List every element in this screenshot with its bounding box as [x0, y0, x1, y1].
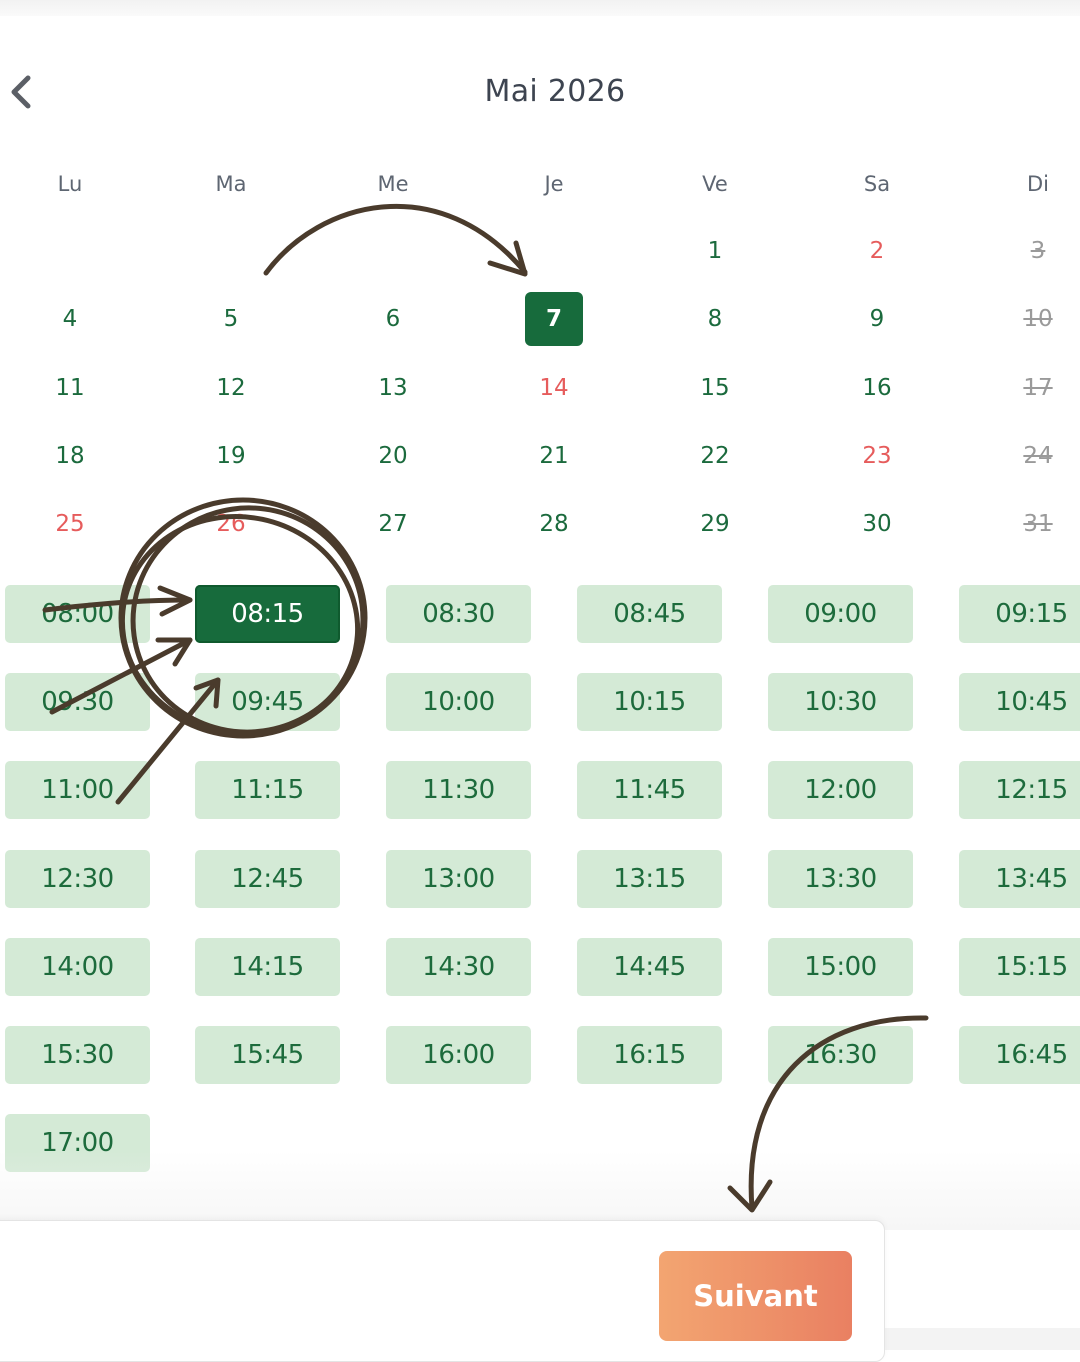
calendar-day[interactable]: 20: [364, 429, 422, 483]
calendar-day: 10: [1023, 306, 1053, 332]
time-slot[interactable]: 10:15: [577, 673, 722, 731]
time-slot[interactable]: 09:00: [768, 585, 913, 643]
time-slot[interactable]: 15:30: [5, 1026, 150, 1084]
calendar-day: 17: [1023, 375, 1053, 401]
annotation-arrowhead-1: [157, 585, 193, 617]
calendar-day-selected[interactable]: 7: [525, 292, 583, 346]
annotation-arrowhead-2: [155, 637, 193, 667]
time-slot[interactable]: 09:30: [5, 673, 150, 731]
calendar-day[interactable]: 16: [848, 361, 906, 415]
calendar-day[interactable]: 12: [202, 361, 260, 415]
time-slot[interactable]: 15:00: [768, 938, 913, 996]
annotation-curved-arrow-top: [263, 203, 528, 276]
calendar-day: 31: [1023, 511, 1053, 537]
time-slot[interactable]: 13:15: [577, 850, 722, 908]
time-slot[interactable]: 16:15: [577, 1026, 722, 1084]
calendar-day[interactable]: 6: [364, 292, 422, 346]
time-slot[interactable]: 14:00: [5, 938, 150, 996]
calendar-day[interactable]: 11: [41, 361, 99, 415]
weekday-label: Ve: [702, 172, 728, 196]
calendar-day[interactable]: 25: [41, 497, 99, 551]
calendar-day[interactable]: 18: [41, 429, 99, 483]
time-slot[interactable]: 15:15: [959, 938, 1080, 996]
time-slot[interactable]: 14:30: [386, 938, 531, 996]
time-slot[interactable]: 16:45: [959, 1026, 1080, 1084]
calendar-day[interactable]: 15: [686, 361, 744, 415]
calendar-day[interactable]: 13: [364, 361, 422, 415]
time-slot[interactable]: 08:45: [577, 585, 722, 643]
time-slot[interactable]: 08:30: [386, 585, 531, 643]
calendar-day[interactable]: 23: [848, 429, 906, 483]
calendar-day[interactable]: 29: [686, 497, 744, 551]
time-slot[interactable]: 12:15: [959, 761, 1080, 819]
weekday-label: Je: [544, 172, 564, 196]
time-slot[interactable]: 11:00: [5, 761, 150, 819]
time-slot[interactable]: 12:30: [5, 850, 150, 908]
time-slot[interactable]: 10:00: [386, 673, 531, 731]
time-slot[interactable]: 09:15: [959, 585, 1080, 643]
calendar-day[interactable]: 2: [848, 224, 906, 278]
weekday-label: Di: [1026, 172, 1049, 196]
calendar-day[interactable]: 19: [202, 429, 260, 483]
weekday-label: Sa: [863, 172, 891, 196]
calendar-day[interactable]: 30: [848, 497, 906, 551]
time-slot[interactable]: 10:30: [768, 673, 913, 731]
calendar-day[interactable]: 22: [686, 429, 744, 483]
top-shadow-band: [0, 0, 1080, 16]
next-button[interactable]: Suivant: [659, 1251, 852, 1341]
time-slot[interactable]: 13:00: [386, 850, 531, 908]
calendar-day[interactable]: 28: [525, 497, 583, 551]
calendar-day[interactable]: 9: [848, 292, 906, 346]
calendar-day[interactable]: 8: [686, 292, 744, 346]
calendar-day[interactable]: 27: [364, 497, 422, 551]
time-slot[interactable]: 16:30: [768, 1026, 913, 1084]
scroll-fade: [0, 1150, 1080, 1230]
time-slot[interactable]: 10:45: [959, 673, 1080, 731]
time-slot[interactable]: 16:00: [386, 1026, 531, 1084]
time-slot[interactable]: 09:45: [195, 673, 340, 731]
time-slot[interactable]: 08:00: [5, 585, 150, 643]
time-slot-selected[interactable]: 08:15: [195, 585, 340, 643]
calendar-day: 3: [1030, 238, 1046, 264]
month-title: Mai 2026: [484, 74, 626, 109]
time-slot[interactable]: 14:45: [577, 938, 722, 996]
annotation-arrowhead-top: [487, 240, 528, 277]
calendar-day[interactable]: 26: [202, 497, 260, 551]
time-slot[interactable]: 13:30: [768, 850, 913, 908]
calendar-day: 24: [1023, 443, 1053, 469]
time-slot[interactable]: 12:45: [195, 850, 340, 908]
calendar-day[interactable]: 1: [686, 224, 744, 278]
time-slot[interactable]: 13:45: [959, 850, 1080, 908]
time-slot[interactable]: 14:15: [195, 938, 340, 996]
footer-shadow: [884, 1328, 1080, 1350]
time-slot[interactable]: 11:30: [386, 761, 531, 819]
calendar-day[interactable]: 21: [525, 429, 583, 483]
calendar-day[interactable]: 4: [41, 292, 99, 346]
weekday-label: Me: [377, 172, 409, 196]
calendar-day[interactable]: 5: [202, 292, 260, 346]
time-slot[interactable]: 12:00: [768, 761, 913, 819]
weekday-label: Lu: [57, 172, 83, 196]
annotation-overlay: [42, 203, 929, 1213]
time-slot[interactable]: 11:15: [195, 761, 340, 819]
time-slot[interactable]: 11:45: [577, 761, 722, 819]
time-slot[interactable]: 15:45: [195, 1026, 340, 1084]
calendar-day[interactable]: 14: [525, 361, 583, 415]
weekday-label: Ma: [215, 172, 247, 196]
